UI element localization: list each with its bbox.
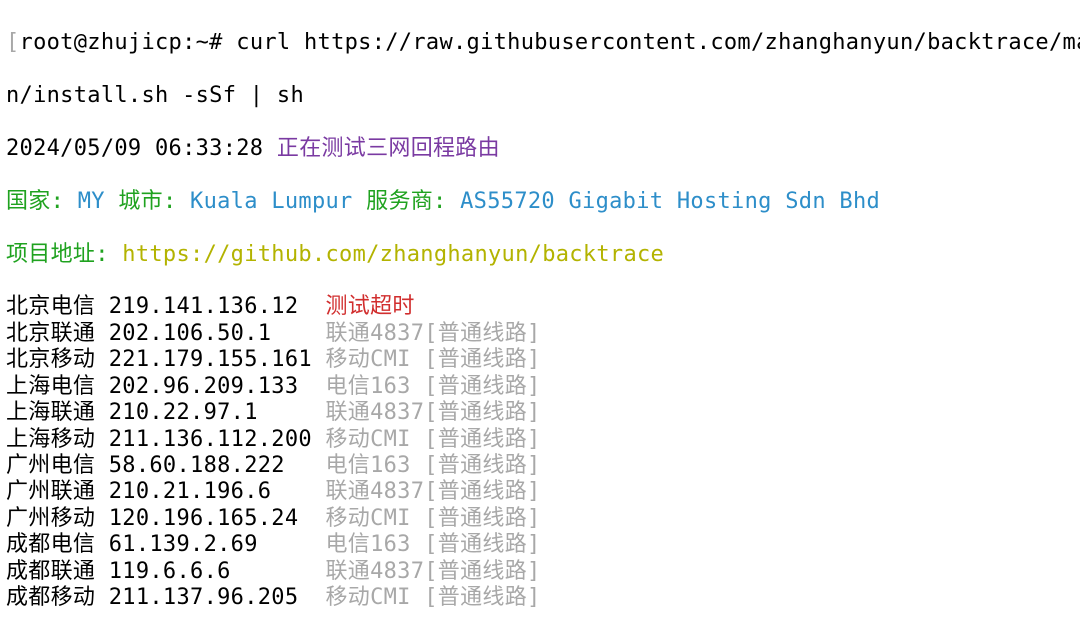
repo-label: 项目地址:: [6, 242, 122, 267]
route-row: 上海移动 211.136.112.200 移动CMI [普通线路]: [6, 427, 1074, 453]
route-name: 成都电信: [6, 532, 109, 557]
route-result: 联通4837[普通线路]: [325, 400, 540, 425]
route-result: 移动CMI [普通线路]: [325, 427, 540, 452]
route-row: 上海联通 210.22.97.1 联通4837[普通线路]: [6, 400, 1074, 426]
info-line: 国家: MY 城市: Kuala Lumpur 服务商: AS55720 Gig…: [6, 189, 1074, 215]
route-name: 上海联通: [6, 400, 109, 425]
route-name: 成都移动: [6, 585, 109, 610]
route-ip: 202.96.209.133: [109, 374, 326, 399]
route-name: 上海移动: [6, 427, 109, 452]
route-ip: 61.139.2.69: [109, 532, 326, 557]
terminal-output: [root@zhujicp:~# curl https://raw.github…: [0, 0, 1080, 628]
route-ip: 211.137.96.205: [109, 585, 326, 610]
route-name: 广州移动: [6, 506, 109, 531]
route-row: 广州联通 210.21.196.6 联通4837[普通线路]: [6, 479, 1074, 505]
route-row: 北京联通 202.106.50.1 联通4837[普通线路]: [6, 321, 1074, 347]
route-row: 广州电信 58.60.188.222 电信163 [普通线路]: [6, 453, 1074, 479]
route-result: 电信163 [普通线路]: [325, 532, 540, 557]
route-row: 北京电信 219.141.136.12 测试超时: [6, 294, 1074, 320]
route-result: 联通4837[普通线路]: [325, 321, 540, 346]
testing-line: 2024/05/09 06:33:28 正在测试三网回程路由: [6, 136, 1074, 162]
route-result: 电信163 [普通线路]: [325, 453, 540, 478]
city-value: Kuala Lumpur: [190, 189, 366, 214]
testing-msg: 正在测试三网回程路由: [277, 136, 500, 161]
cmd-text: root@zhujicp:~# curl https://raw.githubu…: [20, 30, 1080, 55]
route-name: 广州联通: [6, 479, 109, 504]
route-result: 测试超时: [325, 294, 414, 319]
route-name: 广州电信: [6, 453, 109, 478]
route-ip: 221.179.155.161: [109, 347, 326, 372]
route-result: 移动CMI [普通线路]: [325, 585, 540, 610]
country-value: MY: [78, 189, 119, 214]
route-name: 上海电信: [6, 374, 109, 399]
route-ip: 58.60.188.222: [109, 453, 326, 478]
route-result: 移动CMI [普通线路]: [325, 506, 540, 531]
route-row: 成都电信 61.139.2.69 电信163 [普通线路]: [6, 532, 1074, 558]
route-name: 北京移动: [6, 347, 109, 372]
city-label: 城市:: [118, 189, 190, 214]
route-ip: 120.196.165.24: [109, 506, 326, 531]
route-row: 成都联通 119.6.6.6 联通4837[普通线路]: [6, 559, 1074, 585]
route-ip: 211.136.112.200: [109, 427, 326, 452]
timestamp: 2024/05/09 06:33:28: [6, 136, 277, 161]
route-result: 联通4837[普通线路]: [325, 559, 540, 584]
isp-label: 服务商:: [366, 189, 460, 214]
route-name: 北京电信: [6, 294, 109, 319]
route-result: 电信163 [普通线路]: [325, 374, 540, 399]
route-name: 北京联通: [6, 321, 109, 346]
repo-url: https://github.com/zhanghanyun/backtrace: [122, 242, 664, 267]
bracket: [: [6, 30, 20, 55]
prompt-line-1: [root@zhujicp:~# curl https://raw.github…: [6, 30, 1074, 56]
route-ip: 202.106.50.1: [109, 321, 326, 346]
route-result: 移动CMI [普通线路]: [325, 347, 540, 372]
isp-value: AS55720 Gigabit Hosting Sdn Bhd: [460, 189, 880, 214]
route-row: 成都移动 211.137.96.205 移动CMI [普通线路]: [6, 585, 1074, 611]
route-ip: 119.6.6.6: [109, 559, 326, 584]
route-ip: 219.141.136.12: [109, 294, 326, 319]
route-result: 联通4837[普通线路]: [325, 479, 540, 504]
country-label: 国家:: [6, 189, 78, 214]
route-name: 成都联通: [6, 559, 109, 584]
route-row: 上海电信 202.96.209.133 电信163 [普通线路]: [6, 374, 1074, 400]
prompt-line-1b: n/install.sh -sSf | sh: [6, 83, 1074, 109]
route-ip: 210.21.196.6: [109, 479, 326, 504]
route-ip: 210.22.97.1: [109, 400, 326, 425]
route-row: 广州移动 120.196.165.24 移动CMI [普通线路]: [6, 506, 1074, 532]
repo-line: 项目地址: https://github.com/zhanghanyun/bac…: [6, 242, 1074, 268]
route-row: 北京移动 221.179.155.161 移动CMI [普通线路]: [6, 347, 1074, 373]
